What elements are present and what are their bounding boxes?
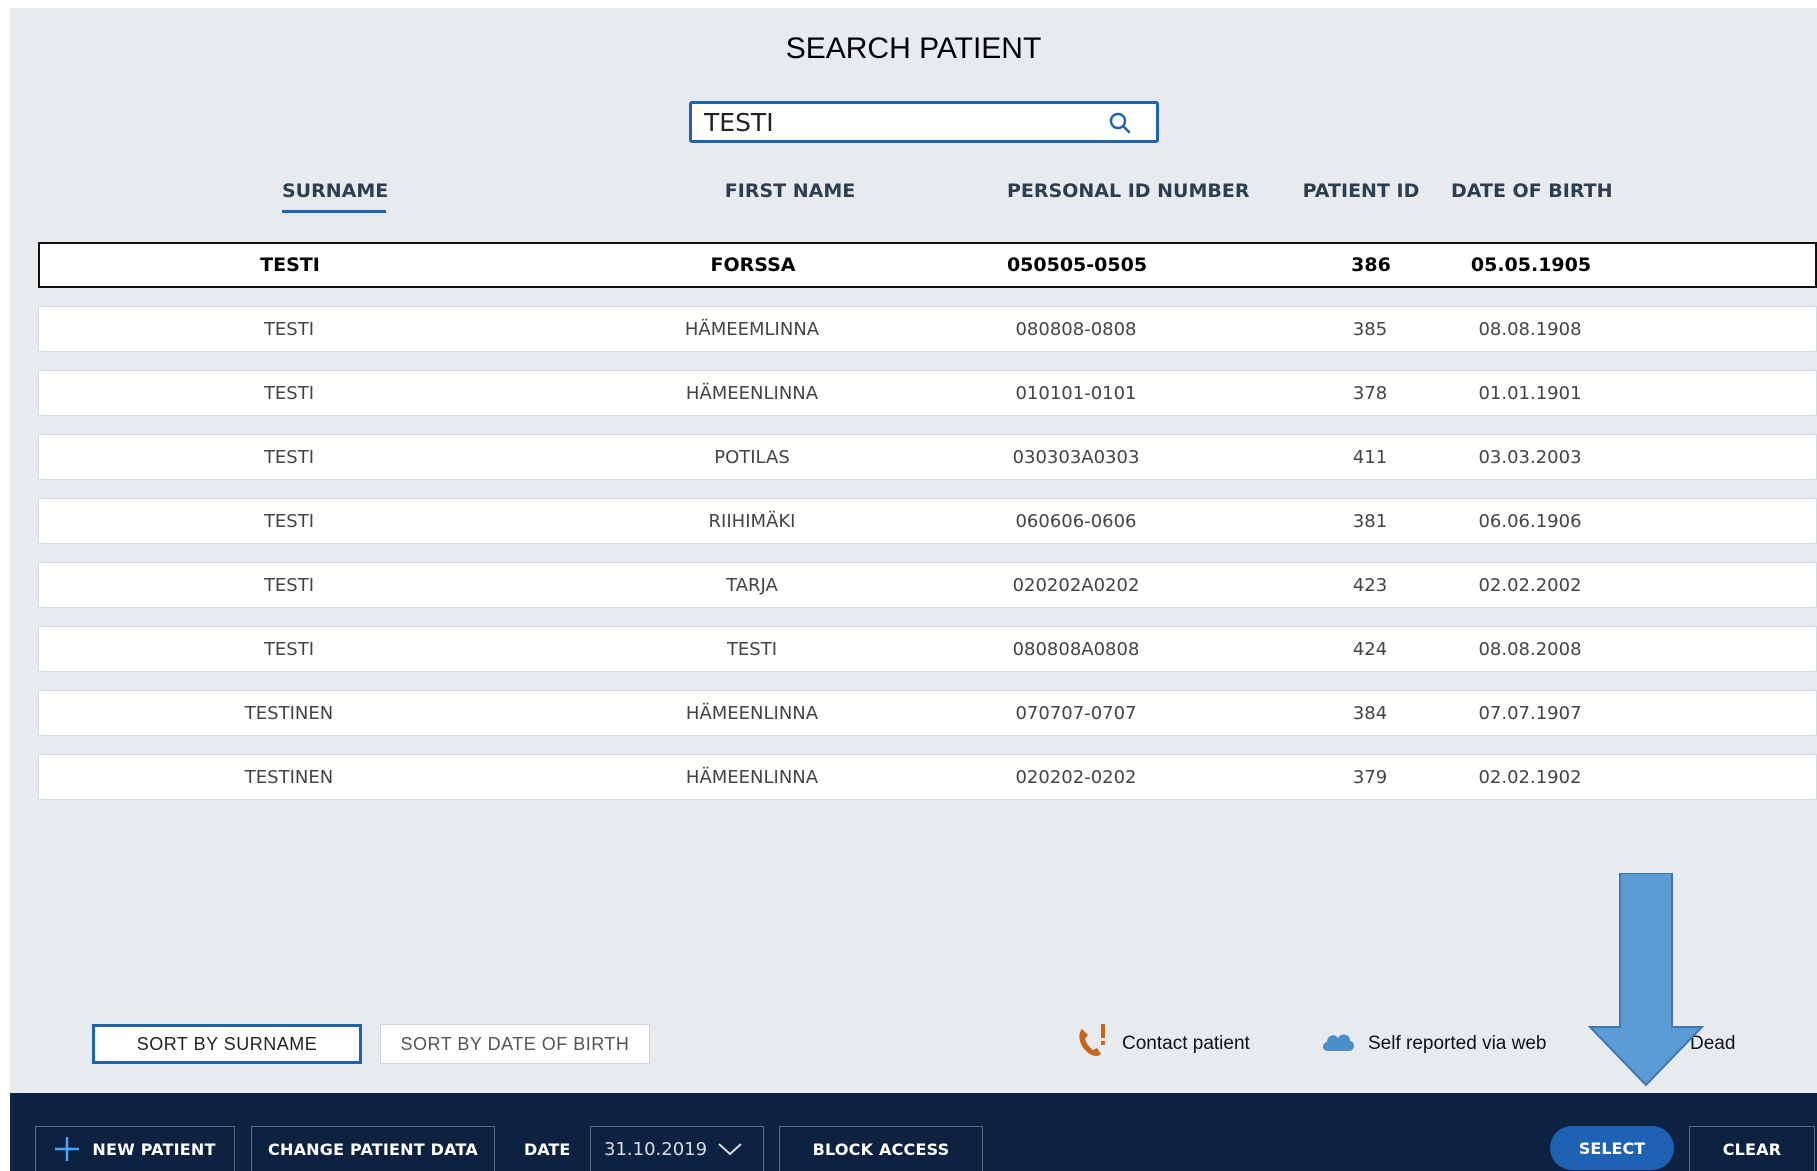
date-value: 31.10.2019 bbox=[604, 1138, 708, 1160]
cell-personal-id: 020202-0202 bbox=[1015, 766, 1137, 788]
column-header-surname[interactable]: SURNAME bbox=[282, 180, 388, 213]
cell-patient-id: 424 bbox=[1352, 638, 1388, 660]
app-window: SEARCH PATIENT SURNAME FIRST NAME PERSON… bbox=[10, 8, 1817, 1171]
cell-surname: TESTINEN bbox=[244, 702, 334, 724]
cell-date-of-birth: 03.03.2003 bbox=[1478, 446, 1582, 468]
column-header-date-of-birth[interactable]: DATE OF BIRTH bbox=[1451, 180, 1613, 202]
patient-row[interactable]: TESTI TARJA 020202A0202 423 02.02.2002 bbox=[38, 562, 1817, 608]
chevron-down-icon bbox=[717, 1142, 743, 1156]
cell-personal-id: 080808A0808 bbox=[1012, 638, 1140, 660]
patient-row[interactable]: TESTI HÄMEENLINNA 010101-0101 378 01.01.… bbox=[38, 370, 1817, 416]
patient-row[interactable]: TESTI POTILAS 030303A0303 411 03.03.2003 bbox=[38, 434, 1817, 480]
phone-alert-icon bbox=[1076, 1023, 1110, 1065]
cell-patient-id: 379 bbox=[1352, 766, 1388, 788]
patient-row[interactable]: TESTI TESTI 080808A0808 424 08.08.2008 bbox=[38, 626, 1817, 672]
change-patient-data-button[interactable]: CHANGE PATIENT DATA bbox=[251, 1126, 495, 1171]
cell-date-of-birth: 08.08.2008 bbox=[1478, 638, 1582, 660]
cell-patient-id: 378 bbox=[1352, 382, 1388, 404]
select-button[interactable]: SELECT bbox=[1550, 1126, 1674, 1170]
legend-label: Contact patient bbox=[1122, 1033, 1250, 1054]
new-patient-button[interactable]: NEW PATIENT bbox=[35, 1126, 235, 1171]
page-title: SEARCH PATIENT bbox=[785, 32, 1042, 65]
cell-date-of-birth: 05.05.1905 bbox=[1470, 254, 1592, 276]
cell-date-of-birth: 02.02.2002 bbox=[1478, 574, 1582, 596]
bottom-toolbar: NEW PATIENT CHANGE PATIENT DATA DATE 31.… bbox=[10, 1093, 1817, 1171]
cell-patient-id: 386 bbox=[1351, 254, 1391, 276]
patient-row[interactable]: TESTI RIIHIMÄKI 060606-0606 381 06.06.19… bbox=[38, 498, 1817, 544]
cell-patient-id: 423 bbox=[1352, 574, 1388, 596]
search-input[interactable] bbox=[704, 108, 1104, 136]
cell-surname: TESTI bbox=[263, 638, 315, 660]
cell-patient-id: 385 bbox=[1352, 318, 1388, 340]
cell-date-of-birth: 08.08.1908 bbox=[1478, 318, 1582, 340]
cell-first-name: TESTI bbox=[726, 638, 778, 660]
cloud-icon bbox=[1320, 1029, 1356, 1059]
cell-first-name: TARJA bbox=[726, 574, 778, 596]
cell-first-name: HÄMEENLINNA bbox=[685, 766, 819, 788]
cell-first-name: FORSSA bbox=[710, 254, 796, 276]
cell-surname: TESTINEN bbox=[244, 766, 334, 788]
cell-personal-id: 070707-0707 bbox=[1015, 702, 1137, 724]
column-header-patient-id[interactable]: PATIENT ID bbox=[1296, 180, 1426, 202]
column-header-first-name[interactable]: FIRST NAME bbox=[710, 180, 870, 202]
cell-date-of-birth: 01.01.1901 bbox=[1478, 382, 1582, 404]
cell-surname: TESTI bbox=[263, 318, 315, 340]
block-access-button[interactable]: BLOCK ACCESS bbox=[779, 1126, 983, 1171]
plus-icon bbox=[54, 1136, 80, 1162]
cell-date-of-birth: 07.07.1907 bbox=[1478, 702, 1582, 724]
patient-row[interactable]: TESTINEN HÄMEENLINNA 020202-0202 379 02.… bbox=[38, 754, 1817, 800]
cell-first-name: HÄMEENLINNA bbox=[685, 702, 819, 724]
annotation-arrow bbox=[1586, 872, 1706, 1097]
cell-date-of-birth: 06.06.1906 bbox=[1478, 510, 1582, 532]
new-patient-label: NEW PATIENT bbox=[92, 1139, 216, 1159]
cell-surname: TESTI bbox=[260, 254, 320, 276]
legend-contact-patient: Contact patient bbox=[1076, 1024, 1250, 1064]
cell-personal-id: 010101-0101 bbox=[1015, 382, 1137, 404]
cell-personal-id: 060606-0606 bbox=[1015, 510, 1137, 532]
cell-date-of-birth: 02.02.1902 bbox=[1478, 766, 1582, 788]
column-header-personal-id[interactable]: PERSONAL ID NUMBER bbox=[1007, 180, 1249, 202]
legend-self-reported: Self reported via web bbox=[1320, 1024, 1547, 1064]
cell-surname: TESTI bbox=[263, 510, 315, 532]
search-box[interactable] bbox=[689, 101, 1159, 143]
search-icon[interactable] bbox=[1108, 111, 1132, 139]
patient-row[interactable]: TESTI HÄMEEMLINNA 080808-0808 385 08.08.… bbox=[38, 306, 1817, 352]
cell-first-name: HÄMEENLINNA bbox=[685, 382, 819, 404]
cell-personal-id: 080808-0808 bbox=[1015, 318, 1137, 340]
date-label: DATE bbox=[524, 1139, 571, 1159]
legend-label: Self reported via web bbox=[1368, 1033, 1547, 1054]
sort-by-date-of-birth-button[interactable]: SORT BY DATE OF BIRTH bbox=[380, 1024, 650, 1064]
cell-personal-id: 050505-0505 bbox=[1006, 254, 1148, 276]
date-dropdown[interactable]: 31.10.2019 bbox=[590, 1126, 764, 1171]
patient-list: TESTI FORSSA 050505-0505 386 05.05.1905 … bbox=[38, 242, 1817, 818]
cell-surname: TESTI bbox=[263, 446, 315, 468]
cell-surname: TESTI bbox=[263, 382, 315, 404]
patient-row[interactable]: TESTI FORSSA 050505-0505 386 05.05.1905 bbox=[38, 242, 1817, 288]
cell-personal-id: 030303A0303 bbox=[1012, 446, 1140, 468]
clear-button[interactable]: CLEAR bbox=[1689, 1126, 1815, 1171]
cell-first-name: HÄMEEMLINNA bbox=[684, 318, 820, 340]
cell-first-name: RIIHIMÄKI bbox=[708, 510, 796, 532]
cell-personal-id: 020202A0202 bbox=[1012, 574, 1140, 596]
sort-by-surname-button[interactable]: SORT BY SURNAME bbox=[92, 1024, 362, 1064]
cell-surname: TESTI bbox=[263, 574, 315, 596]
cell-patient-id: 411 bbox=[1352, 446, 1388, 468]
cell-first-name: POTILAS bbox=[714, 446, 790, 468]
cell-patient-id: 384 bbox=[1352, 702, 1388, 724]
cell-patient-id: 381 bbox=[1352, 510, 1388, 532]
patient-row[interactable]: TESTINEN HÄMEENLINNA 070707-0707 384 07.… bbox=[38, 690, 1817, 736]
